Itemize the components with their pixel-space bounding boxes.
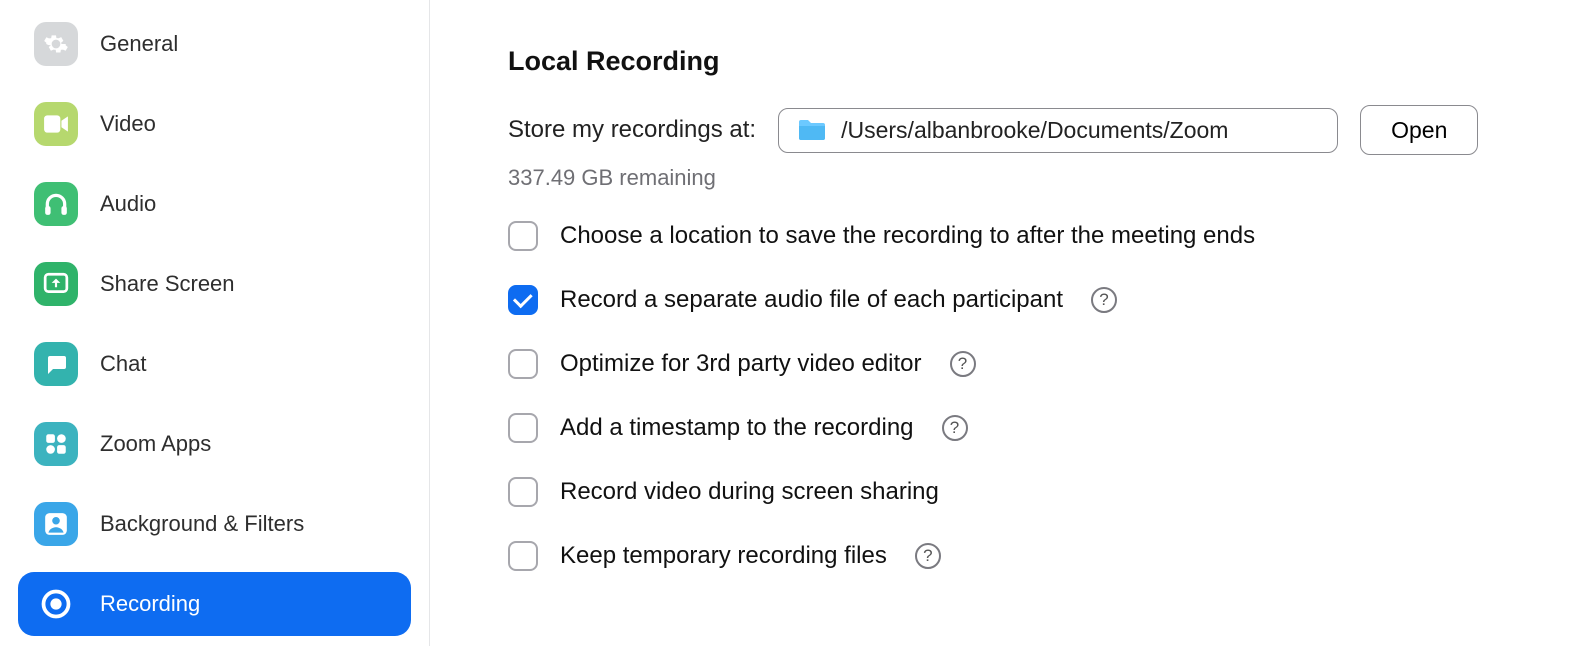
sidebar-item-label: Chat — [100, 351, 146, 377]
sidebar-item-label: Video — [100, 111, 156, 137]
help-icon[interactable]: ? — [942, 415, 968, 441]
sidebar-item-video[interactable]: Video — [18, 92, 411, 156]
sidebar-item-chat[interactable]: Chat — [18, 332, 411, 396]
option-keep-temp-files: Keep temporary recording files ? — [508, 541, 1528, 571]
apps-icon — [34, 422, 78, 466]
recording-settings-panel: Local Recording Store my recordings at: … — [430, 0, 1576, 646]
option-label: Choose a location to save the recording … — [560, 222, 1255, 250]
option-add-timestamp: Add a timestamp to the recording ? — [508, 413, 1528, 443]
share-screen-icon — [34, 262, 78, 306]
checkbox-choose-location[interactable] — [508, 221, 538, 251]
folder-icon — [797, 118, 827, 142]
section-title: Local Recording — [508, 46, 1528, 77]
video-icon — [34, 102, 78, 146]
checkbox-optimize-3rd-party[interactable] — [508, 349, 538, 379]
sidebar-item-label: Share Screen — [100, 271, 235, 297]
sidebar-item-label: General — [100, 31, 178, 57]
sidebar-item-zoom-apps[interactable]: Zoom Apps — [18, 412, 411, 476]
sidebar-item-audio[interactable]: Audio — [18, 172, 411, 236]
option-optimize-3rd-party: Optimize for 3rd party video editor ? — [508, 349, 1528, 379]
sidebar-item-background-filters[interactable]: Background & Filters — [18, 492, 411, 556]
sidebar-item-label: Audio — [100, 191, 156, 217]
storage-remaining: 337.49 GB remaining — [508, 165, 1528, 191]
store-recordings-label: Store my recordings at: — [508, 116, 756, 144]
chat-icon — [34, 342, 78, 386]
recording-path-text: /Users/albanbrooke/Documents/Zoom — [841, 117, 1228, 144]
option-label: Keep temporary recording files — [560, 542, 887, 570]
option-label: Add a timestamp to the recording — [560, 414, 914, 442]
sidebar-item-label: Recording — [100, 591, 200, 617]
sidebar-item-share-screen[interactable]: Share Screen — [18, 252, 411, 316]
help-icon[interactable]: ? — [915, 543, 941, 569]
help-icon[interactable]: ? — [1091, 287, 1117, 313]
help-icon[interactable]: ? — [950, 351, 976, 377]
checkbox-record-video-screen-sharing[interactable] — [508, 477, 538, 507]
open-folder-button[interactable]: Open — [1360, 105, 1478, 155]
option-label: Optimize for 3rd party video editor — [560, 350, 922, 378]
recording-path-field[interactable]: /Users/albanbrooke/Documents/Zoom — [778, 108, 1338, 153]
person-icon — [34, 502, 78, 546]
option-label: Record video during screen sharing — [560, 478, 939, 506]
option-record-video-screen-sharing: Record video during screen sharing — [508, 477, 1528, 507]
checkbox-keep-temp-files[interactable] — [508, 541, 538, 571]
sidebar-item-recording[interactable]: Recording — [18, 572, 411, 636]
option-separate-audio: Record a separate audio file of each par… — [508, 285, 1528, 315]
record-icon — [34, 582, 78, 626]
gear-icon — [34, 22, 78, 66]
checkbox-add-timestamp[interactable] — [508, 413, 538, 443]
headphones-icon — [34, 182, 78, 226]
sidebar-item-general[interactable]: General — [18, 12, 411, 76]
option-label: Record a separate audio file of each par… — [560, 286, 1063, 314]
sidebar-item-label: Background & Filters — [100, 511, 304, 537]
option-choose-location: Choose a location to save the recording … — [508, 221, 1528, 251]
sidebar-item-label: Zoom Apps — [100, 431, 211, 457]
checkbox-separate-audio[interactable] — [508, 285, 538, 315]
settings-sidebar: General Video Audio Share Screen Chat — [0, 0, 430, 646]
